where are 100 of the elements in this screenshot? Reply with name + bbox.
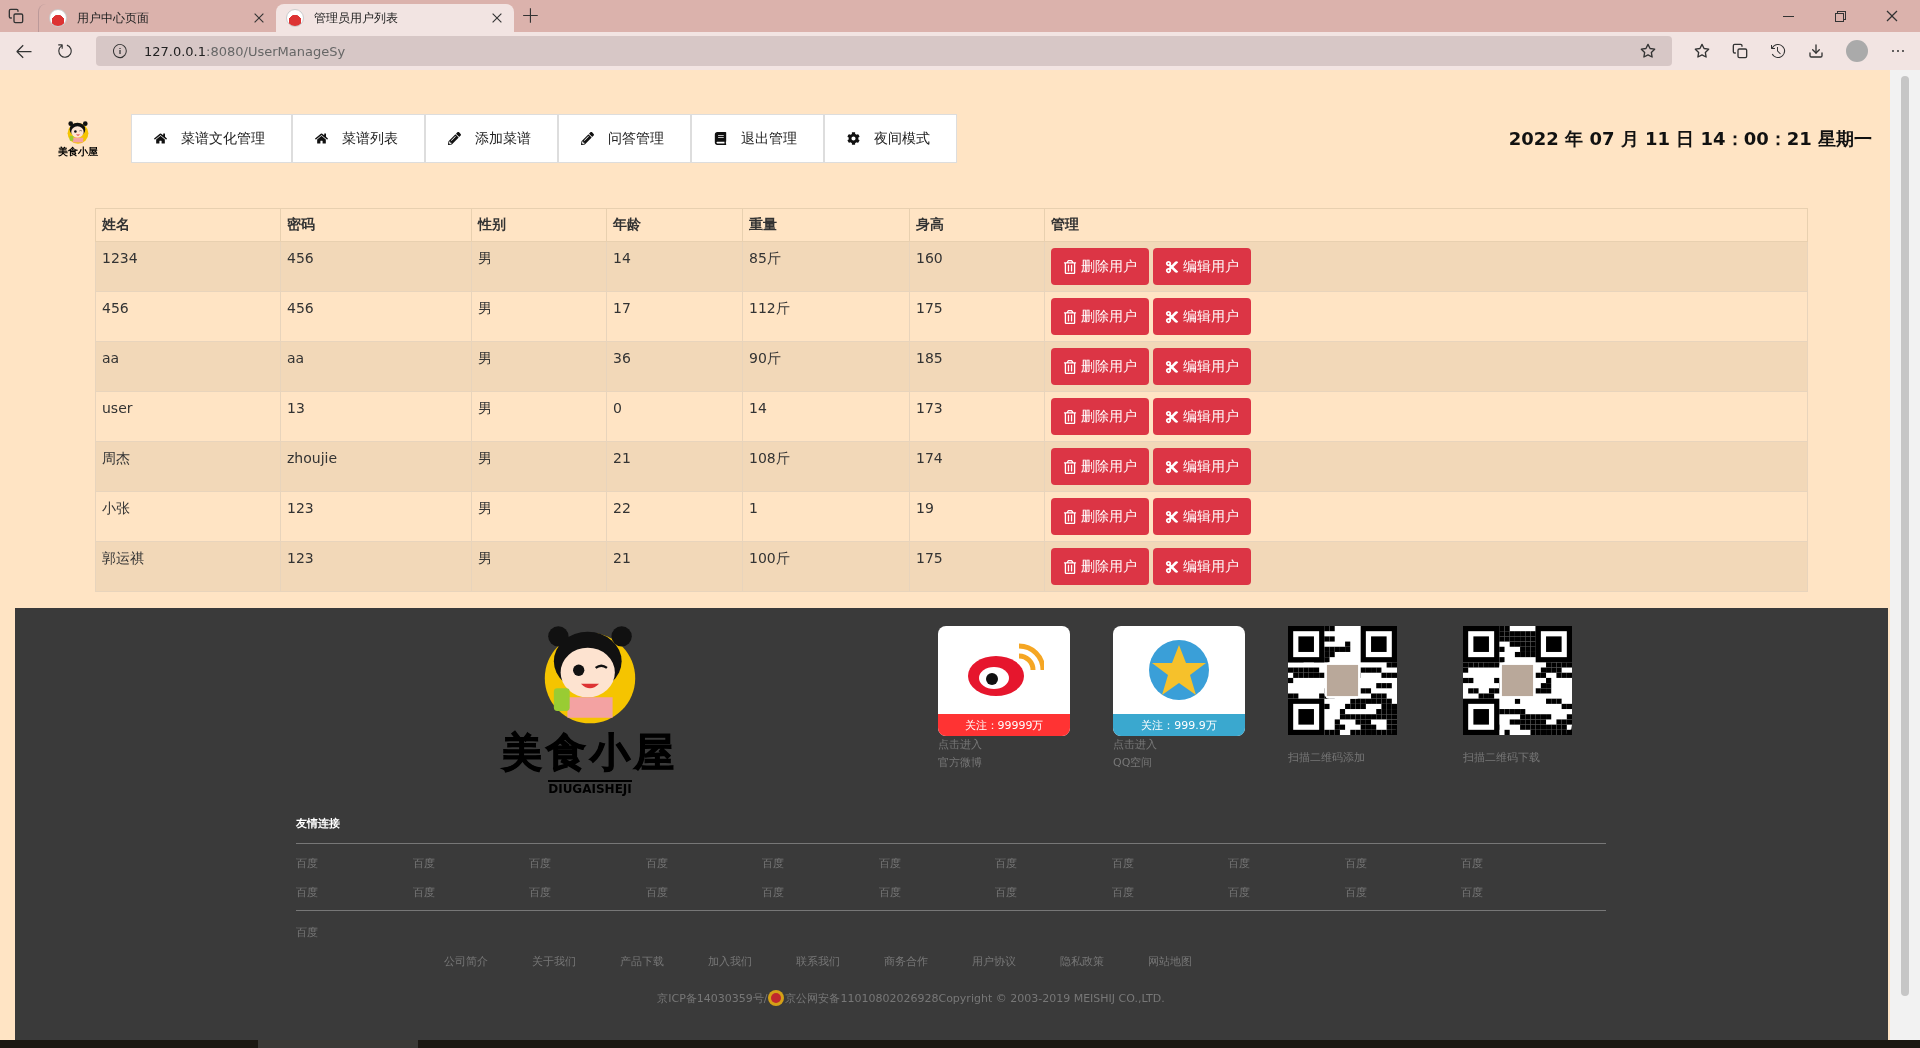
scissors-icon: [1165, 509, 1179, 524]
trash-icon: [1063, 509, 1077, 524]
nav-tab[interactable]: 菜谱文化管理: [131, 114, 292, 163]
history-icon[interactable]: [1770, 43, 1786, 59]
browser-tab[interactable]: 管理员用户列表: [276, 4, 514, 32]
table-cell: 112斤: [742, 291, 910, 342]
column-header: 性别: [471, 208, 607, 242]
star-icon[interactable]: [1694, 43, 1710, 59]
table-cell: 90斤: [742, 341, 910, 392]
follow-badge: 关注：99999万: [938, 714, 1070, 736]
column-header: 管理: [1044, 208, 1808, 242]
download-icon[interactable]: [1808, 43, 1824, 59]
edit-user-button[interactable]: 编辑用户: [1153, 248, 1251, 285]
table-cell: 1234: [95, 241, 281, 292]
table-cell: 185: [909, 341, 1045, 392]
delete-user-button[interactable]: 删除用户: [1051, 298, 1149, 335]
home-icon: [154, 132, 167, 145]
pencil-icon: [581, 132, 594, 145]
table-cell: aa: [280, 341, 472, 392]
edit-user-button[interactable]: 编辑用户: [1153, 398, 1251, 435]
column-header: 密码: [280, 208, 472, 242]
follow-badge: 关注：999.9万: [1113, 714, 1245, 736]
trash-icon: [1063, 359, 1077, 374]
table-cell: 19: [909, 491, 1045, 542]
delete-user-button[interactable]: 删除用户: [1051, 398, 1149, 435]
edit-user-button[interactable]: 编辑用户: [1153, 498, 1251, 535]
table-cell: 13: [280, 391, 472, 442]
edit-user-button[interactable]: 编辑用户: [1153, 348, 1251, 385]
tab-actions-icon[interactable]: [8, 8, 24, 24]
scissors-icon: [1165, 559, 1179, 574]
delete-user-button[interactable]: 删除用户: [1051, 248, 1149, 285]
trash-icon: [1063, 459, 1077, 474]
info-icon: [112, 43, 128, 59]
table-cell: 0: [606, 391, 743, 442]
close-icon[interactable]: [1884, 8, 1900, 24]
emblem-icon: [767, 989, 786, 1007]
table-cell: 123: [280, 491, 472, 542]
edit-user-button[interactable]: 编辑用户: [1153, 298, 1251, 335]
close-icon[interactable]: [490, 11, 504, 25]
social-card[interactable]: 关注：99999万: [938, 626, 1070, 736]
table-cell: 1: [742, 491, 910, 542]
edit-user-button[interactable]: 编辑用户: [1153, 548, 1251, 585]
edit-user-button[interactable]: 编辑用户: [1153, 448, 1251, 485]
nav-tab[interactable]: 夜间模式: [824, 114, 957, 163]
table-cell: 100斤: [742, 541, 910, 592]
brand-subtitle: DIUGAISHEJI: [548, 780, 632, 796]
table-cell: aa: [95, 341, 281, 392]
new-tab-icon[interactable]: [522, 7, 540, 25]
scissors-icon: [1165, 409, 1179, 424]
column-header: 身高: [909, 208, 1045, 242]
table-cell: 小张: [95, 491, 281, 542]
collections-icon[interactable]: [1732, 43, 1748, 59]
table-cell: 456: [95, 291, 281, 342]
refresh-icon[interactable]: [56, 42, 74, 60]
close-icon[interactable]: [252, 11, 266, 25]
table-cell: 男: [471, 541, 607, 592]
trash-icon: [1063, 259, 1077, 274]
mascot-drawing: [65, 118, 91, 145]
nav-tab[interactable]: 问答管理: [558, 114, 691, 163]
scrollbar-thumb[interactable]: [1901, 76, 1909, 996]
delete-user-button[interactable]: 删除用户: [1051, 348, 1149, 385]
delete-user-button[interactable]: 删除用户: [1051, 548, 1149, 585]
nav-tab[interactable]: 菜谱列表: [292, 114, 425, 163]
table-cell: 108斤: [742, 441, 910, 492]
table-cell: zhoujie: [280, 441, 472, 492]
date-time: 2022 年 07 月 11 日 14：00：21 星期一: [1508, 126, 1872, 151]
table-cell: 174: [909, 441, 1045, 492]
table-cell: 123: [280, 541, 472, 592]
nav-tab[interactable]: 退出管理: [691, 114, 824, 163]
table-cell: 456: [280, 241, 472, 292]
address-bar[interactable]: 127.0.0.1:8080/UserManageSy: [96, 36, 1672, 66]
column-header: 姓名: [95, 208, 281, 242]
table-cell: 14: [606, 241, 743, 292]
table-cell: 男: [471, 391, 607, 442]
table-cell: 21: [606, 441, 743, 492]
site-logo[interactable]: 美食小屋: [56, 118, 100, 159]
table-cell: 男: [471, 341, 607, 392]
table-cell: 男: [471, 291, 607, 342]
delete-user-button[interactable]: 删除用户: [1051, 498, 1149, 535]
table-cell: 男: [471, 441, 607, 492]
table-cell: 男: [471, 491, 607, 542]
table-cell: 22: [606, 491, 743, 542]
table-cell: 17: [606, 291, 743, 342]
scissors-icon: [1165, 259, 1179, 274]
trash-icon: [1063, 559, 1077, 574]
gear-icon: [847, 132, 860, 145]
book-icon: [714, 132, 727, 145]
table-cell: 175: [909, 291, 1045, 342]
home-icon: [315, 132, 328, 145]
restore-icon[interactable]: [1832, 8, 1848, 24]
scissors-icon: [1165, 359, 1179, 374]
star-icon[interactable]: [1640, 43, 1656, 59]
nav-tab[interactable]: 添加菜谱: [425, 114, 558, 163]
table-cell: 160: [909, 241, 1045, 292]
table-cell: 郭运祺: [95, 541, 281, 592]
table-cell: 85斤: [742, 241, 910, 292]
column-header: 重量: [742, 208, 910, 242]
social-card[interactable]: 关注：999.9万: [1113, 626, 1245, 736]
table-cell: 21: [606, 541, 743, 592]
delete-user-button[interactable]: 删除用户: [1051, 448, 1149, 485]
